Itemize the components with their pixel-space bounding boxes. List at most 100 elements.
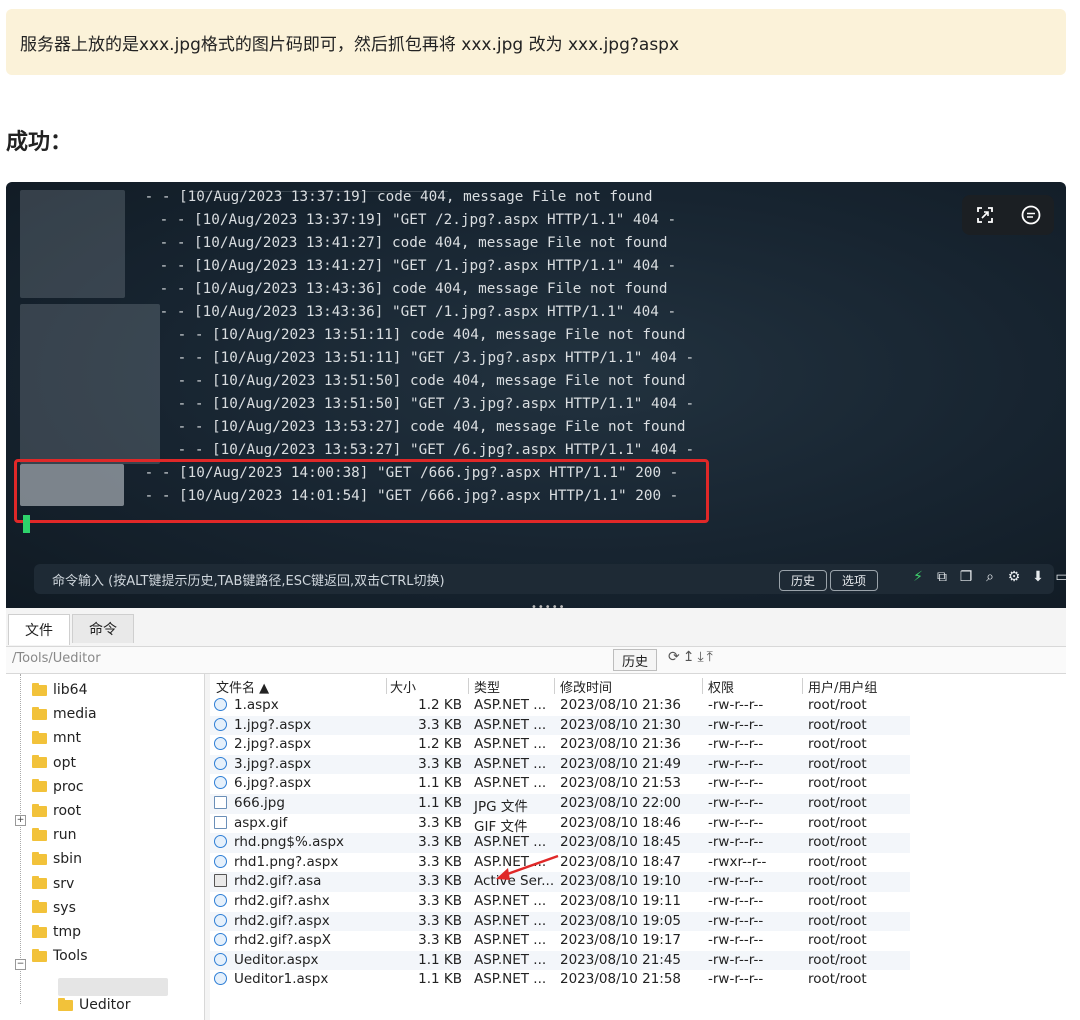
file-row[interactable]: rhd2.gif?.aspX 3.3 KB ASP.NET ... 2023/08/1…: [210, 931, 910, 951]
note-text: 服务器上放的是xxx.jpg格式的图片码即可，然后抓包再将 xxx.jpg 改为…: [20, 34, 680, 55]
cell-perm: -rw-r--r--: [708, 971, 764, 988]
upload-icon[interactable]: ⤒: [707, 649, 713, 665]
folder-icon: [32, 730, 47, 744]
file-row[interactable]: Ueditor1.aspx 1.1 KB ASP.NET ... 2023/08/10…: [210, 970, 910, 990]
cell-name: 2.jpg?.aspx: [234, 736, 312, 753]
folder-icon: [32, 682, 47, 696]
paste-icon[interactable]: ❐: [956, 569, 976, 585]
web-file-icon: [214, 776, 227, 790]
tree-item-root[interactable]: root: [32, 801, 81, 821]
tree-item-label: tmp: [53, 924, 82, 940]
column-name[interactable]: 文件名 ▲: [216, 677, 269, 696]
download-icon[interactable]: ⬇: [1028, 569, 1048, 585]
column-divider[interactable]: [554, 678, 555, 694]
cell-name: Ueditor1.aspx: [234, 971, 329, 988]
terminal-cursor: [23, 515, 30, 533]
download-icon[interactable]: ⤓: [697, 649, 703, 665]
refresh-icon[interactable]: ⟳: [668, 649, 680, 665]
cell-name: aspx.gif: [234, 814, 288, 831]
column-type[interactable]: 类型: [474, 677, 500, 696]
file-row[interactable]: aspx.gif 3.3 KB GIF 文件 2023/08/10 18:46 -rw-…: [210, 814, 910, 835]
file-list-header: 文件名 ▲ 大小 类型 修改时间 权限 用户/用户组: [210, 674, 1066, 696]
up-icon[interactable]: ↥: [683, 649, 695, 665]
cell-owner: root/root: [808, 873, 867, 890]
search-icon[interactable]: ⌕: [980, 569, 1000, 585]
folder-icon: [32, 706, 47, 720]
cell-mtime: 2023/08/10 22:00: [560, 795, 682, 811]
cell-perm: -rw-r--r--: [708, 755, 764, 772]
note-box: 服务器上放的是xxx.jpg格式的图片码即可，然后抓包再将 xxx.jpg 改为…: [6, 9, 1066, 75]
folder-icon: [32, 779, 47, 793]
terminal-line: - - [10/Aug/2023 13:41:27] "GET /1.jpg?.…: [151, 258, 677, 274]
tree-item-tmp[interactable]: tmp: [32, 922, 81, 942]
tree-item-tools[interactable]: Tools: [32, 946, 88, 966]
cell-name: rhd1.png?.aspx: [234, 853, 339, 870]
cell-owner: root/root: [808, 971, 867, 988]
history-button[interactable]: 历史: [779, 570, 827, 591]
file-manager: 文件 命令 /Tools/Ueditor 历史 ⟳ ↥ ⤓ ⤒ lib64 med…: [6, 608, 1066, 1020]
options-button[interactable]: 选项: [830, 570, 878, 591]
copy-icon[interactable]: ⧉: [932, 569, 952, 585]
column-permission[interactable]: 权限: [708, 677, 734, 696]
tree-item-label: media: [53, 706, 97, 723]
file-row[interactable]: 3.jpg?.aspx 3.3 KB ASP.NET ... 2023/08/10 2…: [210, 754, 910, 775]
file-row[interactable]: 1.jpg?.aspx 3.3 KB ASP.NET ... 2023/08/10 2…: [210, 715, 910, 736]
cell-perm: -rw-r--r--: [708, 716, 764, 733]
gear-icon[interactable]: ⚙: [1004, 569, 1024, 585]
column-divider[interactable]: [386, 678, 387, 694]
web-file-icon: [214, 894, 227, 907]
tree-item-run[interactable]: run: [32, 825, 77, 845]
file-row[interactable]: rhd2.gif?.ashx 3.3 KB ASP.NET ... 2023/08/1…: [210, 892, 910, 912]
tab-command[interactable]: 命令: [72, 614, 134, 643]
expand-icon[interactable]: [974, 204, 996, 226]
cell-mtime: 2023/08/10 19:11: [560, 893, 682, 909]
file-row[interactable]: rhd.png$%.aspx 3.3 KB ASP.NET ... 2023/08/1…: [210, 833, 910, 853]
column-owner[interactable]: 用户/用户组: [808, 677, 877, 696]
cell-name: 3.jpg?.aspx: [234, 755, 312, 772]
tree-item-mnt[interactable]: mnt: [32, 728, 81, 748]
tree-item-srv[interactable]: srv: [32, 874, 74, 894]
column-divider[interactable]: [468, 678, 469, 694]
expand-toggle[interactable]: +: [15, 815, 26, 826]
tree-item-label: mnt: [53, 730, 81, 747]
tree-item-ueditor[interactable]: Ueditor: [58, 995, 130, 1015]
terminal-line: - - [10/Aug/2023 13:37:19] code 404, mes…: [136, 189, 653, 205]
tree-item-label: root: [53, 803, 82, 819]
tree-item-opt[interactable]: opt: [32, 753, 76, 773]
tree-item-media[interactable]: media: [32, 704, 97, 724]
tree-item-sbin[interactable]: sbin: [32, 849, 82, 869]
lightning-icon[interactable]: ⚡: [908, 569, 928, 585]
cell-size: 3.3 KB: [418, 834, 462, 851]
file-row[interactable]: 6.jpg?.aspx 1.1 KB ASP.NET ... 2023/08/10 2…: [210, 774, 910, 794]
cell-type: ASP.NET ...: [474, 736, 547, 753]
command-input-bar[interactable]: 命令输入 (按ALT键提示历史,TAB键路径,ESC键返回,双击CTRL切换) …: [34, 564, 1066, 594]
cell-owner: root/root: [808, 775, 867, 792]
document-icon: [214, 815, 227, 829]
collapse-toggle[interactable]: −: [15, 959, 26, 970]
file-row[interactable]: 1.aspx 1.2 KB ASP.NET ... 2023/08/10 21:36 -…: [210, 696, 910, 716]
cell-owner: root/root: [808, 697, 867, 713]
cell-owner: root/root: [808, 755, 867, 772]
cell-size: 1.1 KB: [418, 951, 462, 968]
file-row[interactable]: rhd2.gif?.aspx 3.3 KB ASP.NET ... 2023/08/1…: [210, 911, 910, 932]
document-icon: [214, 796, 227, 809]
cell-type: ASP.NET ...: [474, 775, 547, 792]
tab-file[interactable]: 文件: [8, 614, 70, 645]
column-divider[interactable]: [702, 678, 703, 694]
tree-item-proc[interactable]: proc: [32, 777, 84, 797]
file-row[interactable]: 2.jpg?.aspx 1.2 KB ASP.NET ... 2023/08/10 2…: [210, 735, 910, 755]
file-row[interactable]: 666.jpg 1.1 KB JPG 文件 2023/08/10 22:00 -rw-r…: [210, 794, 910, 815]
path-history-button[interactable]: 历史: [613, 649, 657, 671]
path-input[interactable]: /Tools/Ueditor: [12, 651, 101, 666]
cell-perm: -rw-r--r--: [708, 736, 764, 753]
window-icon[interactable]: ▭: [1052, 569, 1066, 585]
column-mtime[interactable]: 修改时间: [560, 677, 612, 696]
cell-name: 666.jpg: [234, 795, 285, 811]
file-row[interactable]: Ueditor.aspx 1.1 KB ASP.NET ... 2023/08/10 …: [210, 950, 910, 971]
tree-item-sys[interactable]: sys: [32, 898, 76, 918]
column-size[interactable]: 大小: [390, 677, 416, 696]
comment-icon[interactable]: [1020, 204, 1042, 226]
tree-item-lib64[interactable]: lib64: [32, 680, 87, 700]
cell-mtime: 2023/08/10 21:49: [560, 755, 682, 772]
column-divider[interactable]: [802, 678, 803, 694]
